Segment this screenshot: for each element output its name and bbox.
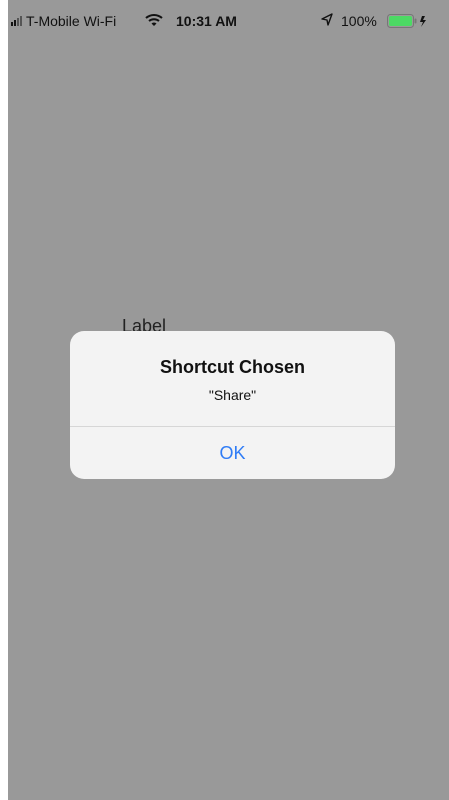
alert-title: Shortcut Chosen [159, 357, 305, 377]
phone-screen: T-Mobile Wi-Fi 10:31 AM 100% Label Short… [8, 0, 449, 800]
left-edge [0, 0, 8, 800]
ok-button[interactable]: OK [70, 427, 395, 479]
battery-icon [387, 14, 426, 28]
status-bar: T-Mobile Wi-Fi 10:31 AM 100% [8, 0, 449, 42]
alert-dialog: Shortcut Chosen "Share" OK [70, 331, 395, 479]
status-time: 10:31 AM [176, 13, 237, 29]
alert-message: "Share" [208, 387, 257, 403]
location-icon [321, 13, 333, 26]
status-time-wrapper: 10:31 AM [8, 13, 449, 29]
battery-percentage: 100% [341, 13, 377, 29]
